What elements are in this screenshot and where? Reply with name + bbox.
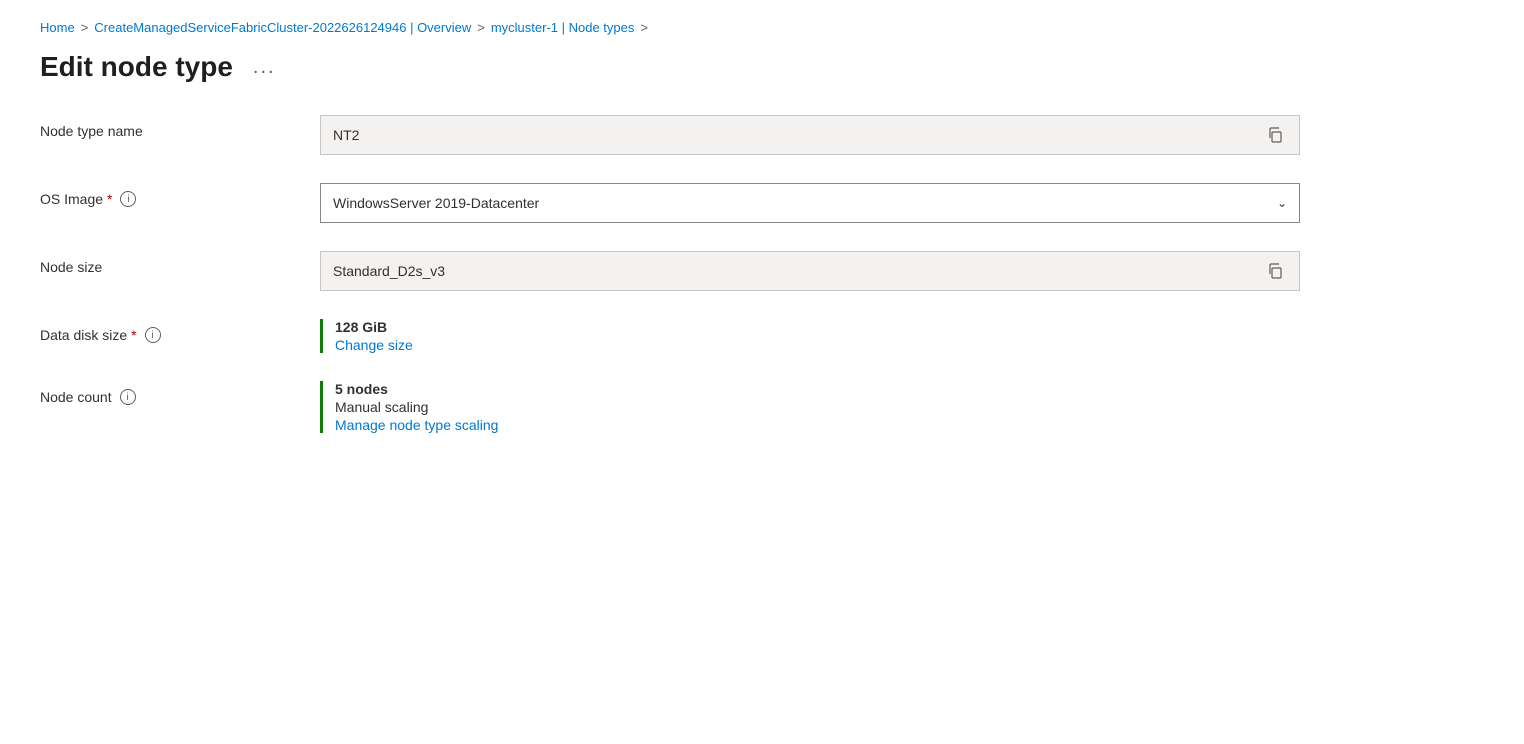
os-image-info-icon[interactable]: i [120,191,136,207]
os-image-dropdown[interactable]: WindowsServer 2019-Datacenter ⌄ [320,183,1300,223]
os-image-required-star: * [107,191,112,207]
breadcrumb-cluster-overview[interactable]: CreateManagedServiceFabricCluster-202262… [94,20,471,35]
label-os-image: OS Image * i [40,183,320,207]
more-options-button[interactable]: ... [245,54,284,81]
breadcrumb-sep-2: > [477,20,485,35]
page-title-row: Edit node type ... [40,51,1484,83]
data-disk-required-star: * [131,327,136,343]
node-count-info-icon[interactable]: i [120,389,136,405]
form-row-os-image: OS Image * i WindowsServer 2019-Datacent… [40,183,1440,223]
os-image-value: WindowsServer 2019-Datacenter [333,195,1277,211]
label-data-disk-size: Data disk size * i [40,319,320,343]
form-row-data-disk-size: Data disk size * i 128 GiB Change size [40,319,1440,353]
breadcrumb-home[interactable]: Home [40,20,75,35]
data-disk-info-icon[interactable]: i [145,327,161,343]
label-node-size: Node size [40,251,320,275]
breadcrumb-node-types[interactable]: mycluster-1 | Node types [491,20,635,35]
form-row-node-count: Node count i 5 nodes Manual scaling Mana… [40,381,1440,433]
form-row-node-size: Node size Standard_D2s_v3 [40,251,1440,291]
manage-scaling-link[interactable]: Manage node type scaling [335,417,1440,433]
control-node-count: 5 nodes Manual scaling Manage node type … [320,381,1440,433]
label-node-type-name: Node type name [40,115,320,139]
node-size-copy-icon[interactable] [1263,259,1287,283]
breadcrumb-sep-1: > [81,20,89,35]
control-data-disk-size: 128 GiB Change size [320,319,1440,353]
page-title: Edit node type [40,51,233,83]
node-type-name-copy-icon[interactable] [1263,123,1287,147]
os-image-chevron-icon: ⌄ [1277,196,1287,210]
form-row-node-type-name: Node type name NT2 [40,115,1440,155]
form-container: Node type name NT2 OS Image * [40,115,1440,433]
control-node-size: Standard_D2s_v3 [320,251,1440,291]
control-node-type-name: NT2 [320,115,1440,155]
page-container: Home > CreateManagedServiceFabricCluster… [0,0,1524,501]
data-disk-display: 128 GiB Change size [320,319,1440,353]
node-size-value: Standard_D2s_v3 [333,263,1263,279]
node-size-input: Standard_D2s_v3 [320,251,1300,291]
control-os-image: WindowsServer 2019-Datacenter ⌄ [320,183,1440,223]
node-type-name-value: NT2 [333,127,1263,143]
breadcrumb: Home > CreateManagedServiceFabricCluster… [40,20,1484,35]
breadcrumb-sep-3: > [640,20,648,35]
node-count-value: 5 nodes [335,381,1440,397]
data-disk-value: 128 GiB [335,319,1440,335]
node-type-name-input: NT2 [320,115,1300,155]
change-size-link[interactable]: Change size [335,337,1440,353]
node-count-display: 5 nodes Manual scaling Manage node type … [320,381,1440,433]
node-count-subtext: Manual scaling [335,399,1440,415]
label-node-count: Node count i [40,381,320,405]
